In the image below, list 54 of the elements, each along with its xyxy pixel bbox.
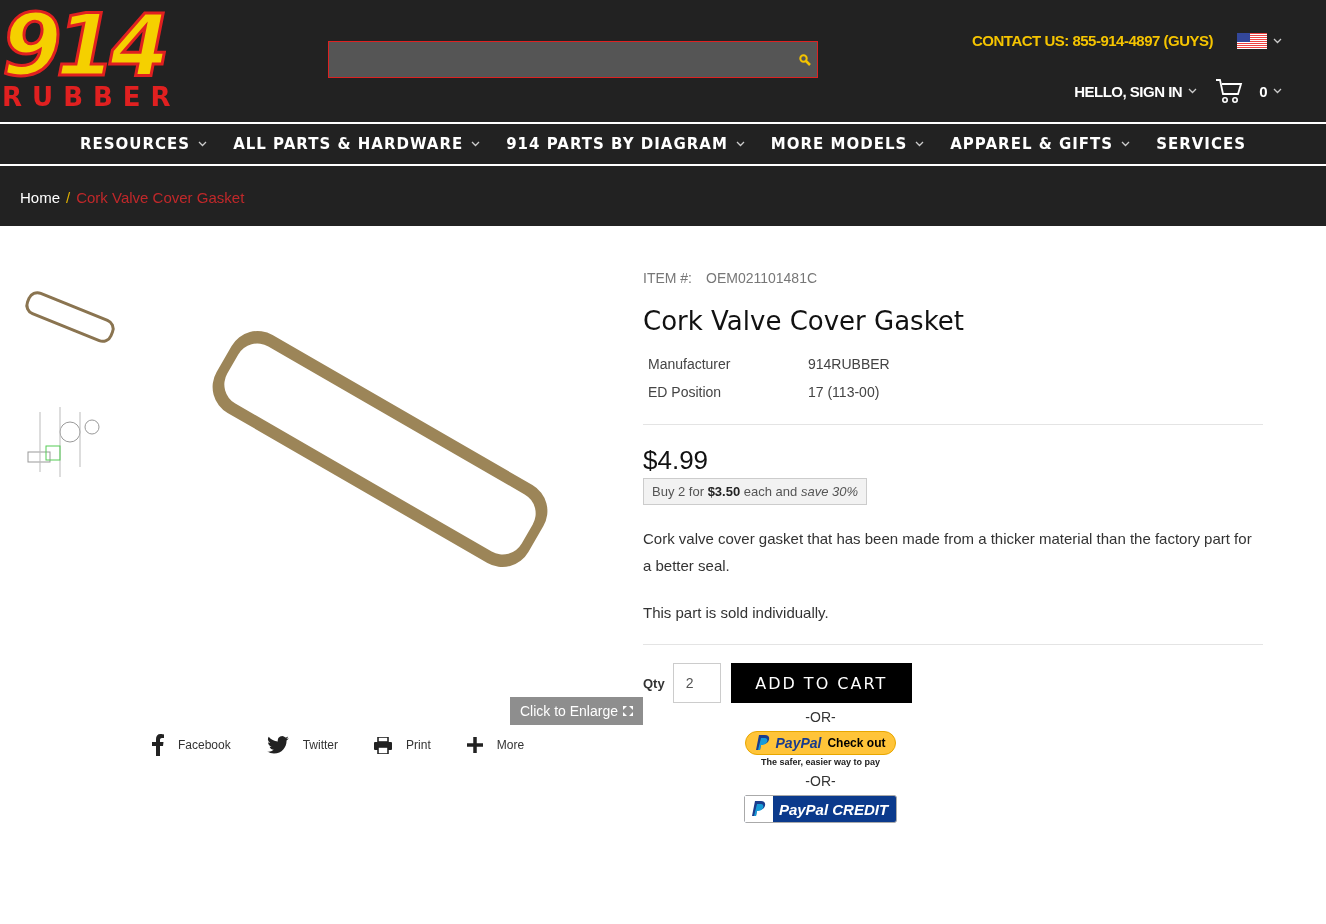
share-link[interactable]: More [466,734,525,756]
bird-icon [266,736,289,754]
paypal-tagline: The safer, easier way to pay [760,757,881,767]
cart-count[interactable]: 0 [1259,82,1267,100]
chevron-down-icon [1121,141,1131,147]
facebook-icon [152,734,164,756]
product-description: This part is sold individually. [643,603,830,623]
chevron-down-icon [735,141,745,147]
item-label: ITEM #: [643,270,692,286]
search-icon[interactable] [799,53,811,66]
chevron-down-icon [1273,37,1282,44]
nav-menu-item[interactable]: SERVICES [1156,135,1246,153]
cart-icon[interactable] [1215,77,1244,105]
nav-menu-item[interactable]: MORE MODELS [770,135,925,153]
us-flag-icon[interactable] [1237,32,1267,49]
bulk-discount-note: Buy 2 for $3.50 each and save 30% [643,478,867,505]
expand-icon [623,706,633,716]
or-divider: -OR- [805,773,836,789]
spec-label: Manufacturer [648,356,732,372]
breadcrumb-link[interactable]: Home [20,188,60,206]
add-to-cart-button[interactable]: ADD TO CART [730,663,912,703]
spec-label: ED Position [648,384,723,400]
chevron-down-icon [198,141,208,147]
share-link[interactable]: Twitter [266,734,339,756]
nav-menu-item[interactable]: ALL PARTS & HARDWARE [233,135,481,153]
spec-value: 17 (113-00) [808,384,881,400]
product-description: Cork valve cover gasket that has been made from a thicker material than the factory part for a better seal. [643,529,1253,576]
paypal-logo-icon [755,735,770,751]
logo-numerals[interactable]: 914 [2,6,164,84]
or-divider: -OR- [805,709,836,725]
sign-in-menu[interactable]: HELLO, SIGN IN [1074,82,1183,100]
paypal-checkout-button[interactable]: PayPal Check out [744,731,897,755]
qty-field[interactable]: 2 [672,663,721,703]
nav-menu-item[interactable]: RESOURCES [80,135,208,153]
share-link[interactable]: Facebook [152,734,231,756]
paypal-credit-button[interactable]: PayPal CREDIT [743,795,898,823]
price: $4.99 [643,445,710,476]
chevron-down-icon [471,141,481,147]
chevron-down-icon [1273,88,1282,94]
share-link[interactable]: Print [374,734,431,756]
paypal-logo-icon [751,801,766,817]
spec-value: 914RUBBER [808,356,891,372]
nav-menu-item[interactable]: 914 PARTS BY DIAGRAM [506,135,745,153]
nav-menu-item[interactable]: APPAREL & GIFTS [950,135,1131,153]
chevron-down-icon [1188,88,1198,94]
chevron-down-icon [915,141,925,147]
print-icon [374,736,393,754]
product-title: Cork Valve Cover Gasket [643,306,965,336]
contact-phone[interactable]: CONTACT US: 855-914-4897 (GUYS) [972,32,1213,49]
item-number: OEM021101481C [706,270,818,286]
plus-icon [466,737,483,753]
qty-label: Qty [643,675,665,691]
breadcrumb-separator: / [66,188,71,206]
search-field[interactable] [328,41,818,78]
